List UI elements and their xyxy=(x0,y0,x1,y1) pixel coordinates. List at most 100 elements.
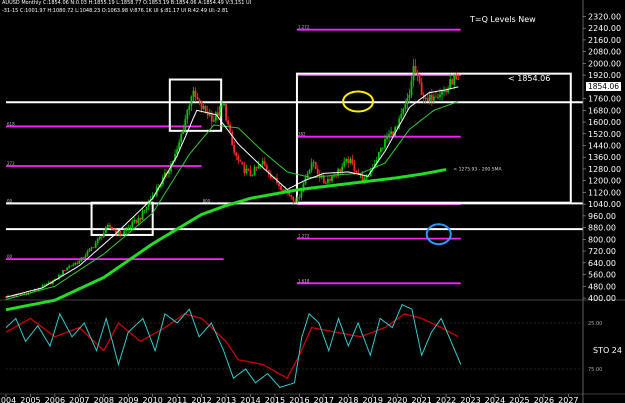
fib-level-label: 272 xyxy=(7,161,15,166)
sto-label: STO 24 xyxy=(593,346,622,355)
price-tick-label: 560.00 xyxy=(588,271,616,280)
axes: 400.00 480.00 560.00 640.00 720.00 800.00 880.… xyxy=(0,0,625,403)
time-tick-label: 2007 xyxy=(69,396,89,403)
candle-body xyxy=(314,161,317,169)
candle-body xyxy=(406,97,409,105)
time-tick-label: 2014 xyxy=(240,396,260,403)
candle-body xyxy=(400,113,403,119)
time-tick-label: 2027 xyxy=(558,396,578,403)
price-tick-label: 960.00 xyxy=(588,212,616,221)
candle-body xyxy=(145,206,148,210)
candle-body xyxy=(94,243,97,248)
candle-body xyxy=(229,124,232,132)
level-box-2 xyxy=(168,78,223,132)
candle-body xyxy=(194,90,197,97)
time-tick-label: 2020 xyxy=(387,396,407,403)
candle-body xyxy=(390,131,392,135)
price-tick-label: 1920.00 xyxy=(588,71,621,80)
candle-body xyxy=(312,161,315,163)
fib-level-label: 1.272 xyxy=(298,25,310,30)
candle-body xyxy=(443,91,445,92)
candle-body xyxy=(88,248,91,252)
price-tick-label: 1520.00 xyxy=(588,130,621,139)
price-tick-label: 640.00 xyxy=(588,259,616,268)
candle-body xyxy=(388,134,390,138)
candle-body xyxy=(265,165,268,171)
candle-body xyxy=(78,260,81,264)
fib-level-label: 00 xyxy=(7,254,13,259)
candle-body xyxy=(432,96,435,101)
candle-body xyxy=(402,108,405,114)
candle-body xyxy=(90,247,93,249)
candle-body xyxy=(316,168,319,174)
current-price-label: < 1854.06 xyxy=(508,74,550,83)
candle-body xyxy=(327,179,329,183)
price-tick-label: 1120.00 xyxy=(588,188,621,197)
candle-body xyxy=(204,105,207,112)
time-tick-label: 2015 xyxy=(265,396,285,403)
current-price-tag: 1854.06 xyxy=(584,81,622,92)
candle-body xyxy=(245,168,248,173)
price-tick-label: 1680.00 xyxy=(588,106,621,115)
candle-body xyxy=(455,75,458,80)
candle-body xyxy=(257,165,260,169)
candle-body xyxy=(434,96,437,98)
candle-body xyxy=(329,179,331,181)
candle-body xyxy=(292,196,295,201)
candle-body xyxy=(404,104,407,109)
time-tick-label: 2022 xyxy=(436,396,456,403)
time-tick-label: 2026 xyxy=(534,396,554,403)
price-tick-label: 1360.00 xyxy=(588,153,621,162)
candle-body xyxy=(92,247,95,249)
candle-body xyxy=(225,103,227,121)
time-tick-label: 2019 xyxy=(363,396,383,403)
candle-body xyxy=(253,167,256,176)
candle-body xyxy=(412,65,415,81)
candle-body xyxy=(324,182,327,184)
sto-signal-line xyxy=(5,313,459,380)
candle-body xyxy=(300,191,303,198)
candle-body xyxy=(341,166,344,172)
candle-body xyxy=(214,112,217,121)
candle-body xyxy=(210,114,213,122)
price-tick-label: 1280.00 xyxy=(588,165,621,174)
candle-body xyxy=(76,263,79,264)
time-tick-label: 2018 xyxy=(338,396,358,403)
candle-body xyxy=(70,265,73,267)
candle-body xyxy=(200,100,203,109)
candle-body xyxy=(119,230,121,236)
fib-level-label: 618 xyxy=(7,121,15,126)
candle-body xyxy=(247,168,250,171)
time-tick-label: 2025 xyxy=(509,396,529,403)
time-tick-label: 2005 xyxy=(20,396,40,403)
candle-body xyxy=(418,74,421,83)
price-tick-label: 1440.00 xyxy=(588,142,621,151)
candle-body xyxy=(64,270,66,272)
price-tick-label: 1200.00 xyxy=(588,177,621,186)
candle-body xyxy=(237,156,240,161)
candle-body xyxy=(113,229,115,231)
candle-body xyxy=(86,251,89,256)
candle-body xyxy=(198,99,201,101)
candle-body xyxy=(68,265,71,268)
candle-body xyxy=(178,142,181,150)
candle-body xyxy=(139,217,142,220)
time-tick-label: 2023 xyxy=(460,396,480,403)
candle-body xyxy=(102,232,105,238)
time-tick-label: 2021 xyxy=(411,396,431,403)
candle-body xyxy=(233,144,236,153)
sto-tick-label: 75.00 xyxy=(588,367,602,373)
candle-body xyxy=(221,105,223,107)
candle-body xyxy=(196,96,199,100)
candle-body xyxy=(129,227,132,228)
sto-k-line xyxy=(5,303,462,388)
candle-body xyxy=(420,82,423,95)
candle-body xyxy=(111,227,113,230)
time-tick-label: 2006 xyxy=(45,396,65,403)
candle-body xyxy=(298,197,301,199)
price-tick-label: 1760.00 xyxy=(588,95,621,104)
candle-body xyxy=(239,160,242,162)
candle-body xyxy=(255,167,258,169)
candle-body xyxy=(80,257,83,261)
stochastic-panel xyxy=(0,299,625,388)
